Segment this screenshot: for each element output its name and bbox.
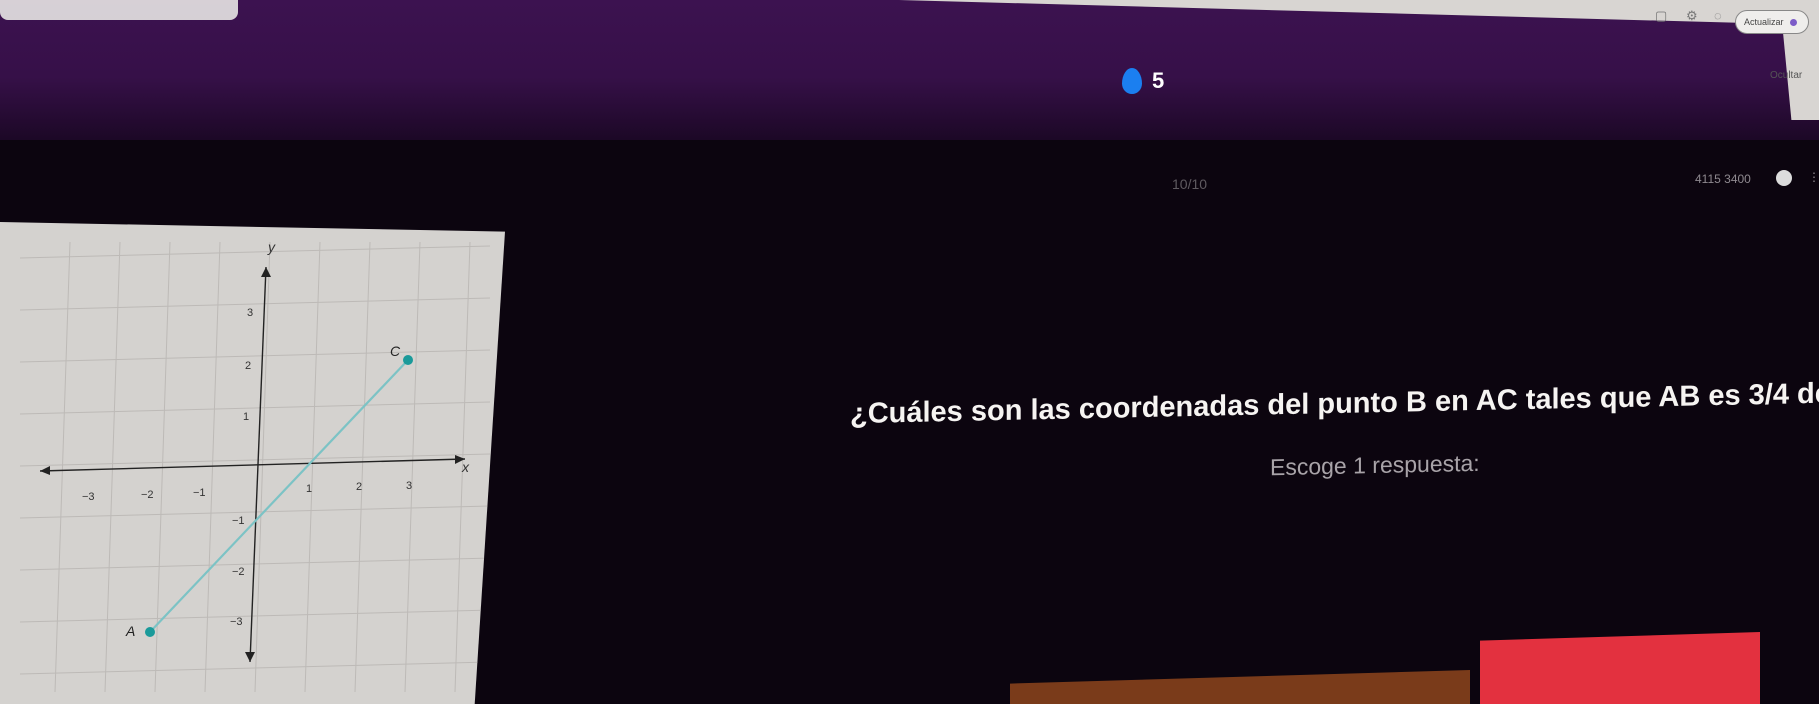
y-tick-label: −1 — [232, 515, 245, 527]
x-axis-left-arrow-icon — [40, 466, 50, 475]
point-a-label: A — [125, 623, 135, 639]
x-tick-label: −1 — [193, 487, 206, 499]
segment-ac — [149, 359, 409, 633]
y-tick-label: −3 — [230, 616, 243, 628]
x-axis — [39, 458, 466, 472]
answer-choice-1[interactable] — [1010, 670, 1470, 704]
y-tick-label: 2 — [245, 360, 251, 372]
extension-icon[interactable]: ▢ — [1655, 8, 1667, 24]
point-c-label: C — [390, 343, 401, 359]
x-axis-label: x — [461, 459, 470, 475]
grid-line — [404, 241, 421, 693]
grid-line — [204, 241, 221, 693]
x-tick-label: 3 — [406, 480, 412, 492]
question-text: ¿Cuáles son las coordenadas del punto B … — [850, 376, 1819, 431]
x-tick-labels: −3 −2 −1 1 2 3 — [82, 480, 412, 503]
y-tick-label: 1 — [243, 411, 249, 423]
grid-line — [19, 349, 491, 363]
update-button[interactable]: Actualizar — [1735, 10, 1809, 34]
side-panel-toggle[interactable]: Ocultar — [1770, 70, 1802, 81]
graph-svg: y x −3 −2 −1 1 2 3 3 2 1 −1 −2 −3 A C — [19, 239, 491, 693]
answer-choice-2[interactable] — [1480, 632, 1760, 704]
y-axis-down-arrow-icon — [245, 652, 255, 662]
profile-icon[interactable]: ◌ — [1714, 8, 1722, 23]
graph-grid — [19, 241, 491, 693]
update-button-label: Actualizar — [1744, 17, 1784, 27]
app-header — [0, 0, 1819, 140]
grid-line — [19, 609, 491, 623]
grid-line — [19, 505, 491, 519]
y-tick-label: −2 — [232, 566, 245, 578]
y-axis-label: y — [267, 239, 276, 255]
grid-line — [19, 297, 491, 311]
browser-tab[interactable] — [0, 0, 238, 20]
question-counter: 10/10 — [1172, 176, 1208, 192]
coordinate-graph: y x −3 −2 −1 1 2 3 3 2 1 −1 −2 −3 A C — [0, 222, 505, 704]
x-tick-label: −3 — [82, 491, 95, 503]
streak-count: 5 — [1152, 68, 1165, 93]
grid-line — [104, 241, 121, 693]
water-drop-icon — [1122, 68, 1142, 94]
score-display: 4115 3400 — [1695, 172, 1751, 186]
answer-prompt: Escoge 1 respuesta: — [1270, 449, 1480, 481]
grid-line — [19, 557, 491, 571]
grid-line — [354, 241, 371, 693]
y-tick-labels: 3 2 1 −1 −2 −3 — [230, 307, 253, 628]
x-tick-label: 1 — [306, 483, 312, 495]
menu-icon[interactable]: ⋮ — [1808, 170, 1819, 184]
grid-line — [19, 401, 491, 415]
x-tick-label: −2 — [141, 489, 154, 501]
update-dot-icon — [1789, 18, 1797, 26]
streak-indicator: 5 — [1122, 68, 1164, 94]
x-tick-label: 2 — [356, 481, 362, 493]
point-c — [403, 355, 413, 365]
grid-line — [19, 661, 491, 675]
avatar[interactable] — [1776, 170, 1792, 186]
point-a — [145, 627, 155, 637]
puzzle-icon[interactable]: ⚙ — [1686, 8, 1698, 24]
y-tick-label: 3 — [247, 307, 253, 319]
